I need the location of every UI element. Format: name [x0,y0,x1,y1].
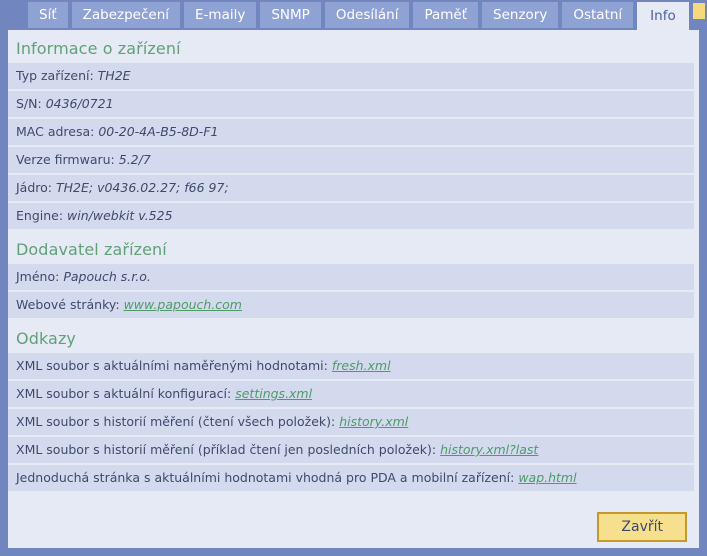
content-panel-inner: Informace o zařízení Typ zařízení: TH2E S/… [8,30,699,548]
info-row: Jméno: Papouch s.r.o. [8,264,694,290]
info-row-label: Jednoduchá stránka s aktuálními hodnotam… [16,470,515,485]
tab-ostatn-[interactable]: Ostatní [562,2,634,28]
info-row-label: Jádro: [16,180,53,195]
info-row-label: Typ zařízení: [16,68,94,83]
tab-bar: Síť Zabezpečení E-maily SNMP Odesílání Paměť S… [0,0,707,30]
close-button[interactable]: Zavřít [597,512,687,542]
section-heading: Dodavatel zařízení [16,240,167,259]
info-row: Jádro: TH2E; v0436.02.27; f66 97; [8,175,694,201]
info-row-link[interactable]: www.papouch.com [124,297,242,312]
tab-info[interactable]: Info [637,2,689,30]
info-row: Typ zařízení: TH2E [8,63,694,89]
footer-bar: Zavřít [8,512,699,542]
tab-senzory[interactable]: Senzory [482,2,559,28]
info-row: S/N: 0436/0721 [8,91,694,117]
info-row-label: XML soubor s aktuální konfigurací: [16,386,232,401]
info-row-label: Verze firmwaru: [16,152,115,167]
info-row-value: 00-20-4A-B5-8D-F1 [98,124,219,139]
info-row-value: 0436/0721 [45,96,114,111]
info-row-link[interactable]: fresh.xml [332,358,391,373]
tab-e-maily[interactable]: E-maily [184,2,257,28]
info-row-value: TH2E [97,68,131,83]
info-row: Webové stránky: www.papouch.com [8,292,694,318]
section-heading: Odkazy [16,329,77,348]
info-row-link[interactable]: history.xml?last [440,442,538,457]
info-row-value: 5.2/7 [118,152,151,167]
info-row-link[interactable]: settings.xml [235,386,312,401]
tab-pam-[interactable]: Paměť [413,2,479,28]
info-row: Engine: win/webkit v.525 [8,203,694,229]
tab-odes-l-n-[interactable]: Odesílání [324,2,410,28]
sections-container: Informace o zařízení Typ zařízení: TH2E S/… [8,36,699,491]
info-row-label: XML soubor s historií měření (příklad čt… [16,442,437,457]
content-panel: Informace o zařízení Typ zařízení: TH2E S/… [8,30,699,548]
info-row: XML soubor s historií měření (příklad čt… [8,437,694,463]
section-heading: Informace o zařízení [16,39,181,58]
info-row: XML soubor s historií měření (čtení všec… [8,409,694,435]
tab-s-[interactable]: Síť [28,2,68,28]
info-row-label: Engine: [16,208,64,223]
info-row-label: Webové stránky: [16,297,120,312]
info-row-value: win/webkit v.525 [67,208,173,223]
info-row: XML soubor s aktuálními naměřenými hodno… [8,353,694,379]
info-row: MAC adresa: 00-20-4A-B5-8D-F1 [8,119,694,145]
info-row-label: S/N: [16,96,42,111]
tab-zabezpe-en-[interactable]: Zabezpečení [71,2,181,28]
info-row-label: Jméno: [16,269,60,284]
info-row-link[interactable]: history.xml [339,414,408,429]
info-row-link[interactable]: wap.html [518,470,576,485]
info-row: Verze firmwaru: 5.2/7 [8,147,694,173]
info-row: Jednoduchá stránka s aktuálními hodnotam… [8,465,694,491]
info-row-value: Papouch s.r.o. [63,269,151,284]
corner-marker-icon [693,3,705,19]
info-row-value: TH2E; v0436.02.27; f66 97; [56,180,229,195]
tab-snmp[interactable]: SNMP [260,2,321,28]
info-row-label: XML soubor s aktuálními naměřenými hodno… [16,358,328,373]
info-row-label: XML soubor s historií měření (čtení všec… [16,414,336,429]
info-row-label: MAC adresa: [16,124,95,139]
info-row: XML soubor s aktuální konfigurací: setti… [8,381,694,407]
device-info-window: Síť Zabezpečení E-maily SNMP Odesílání Paměť S… [0,0,707,556]
